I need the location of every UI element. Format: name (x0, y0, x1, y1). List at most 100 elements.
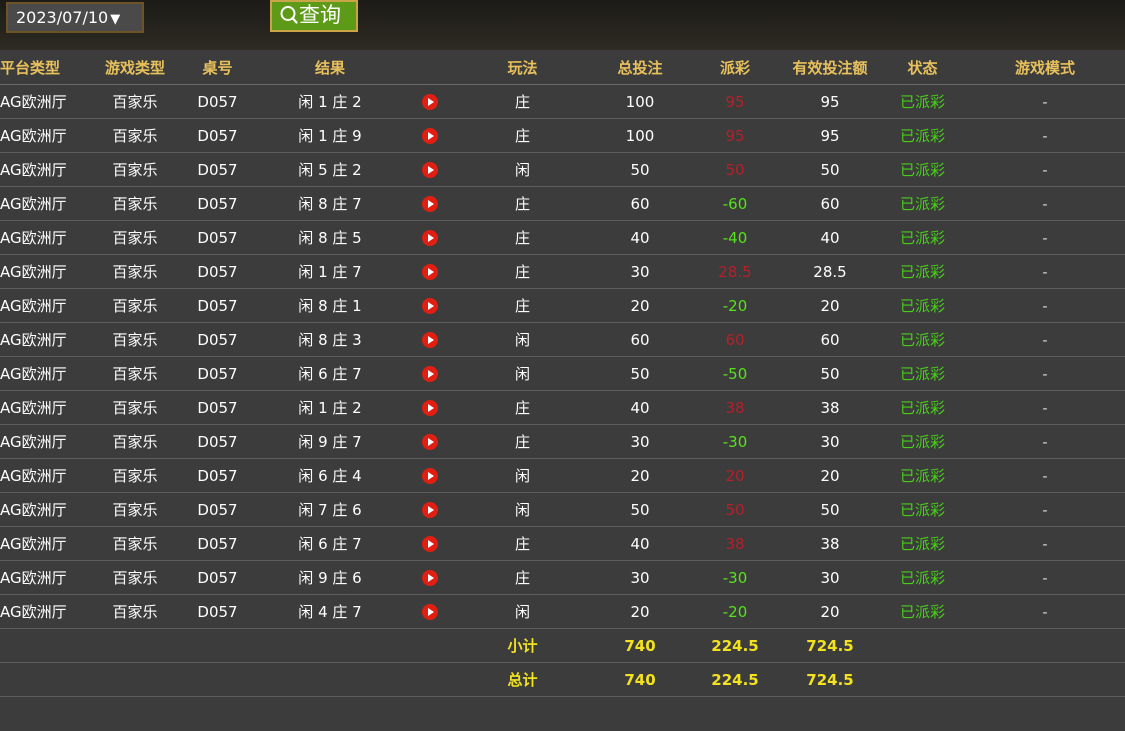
cell-valid-bet: 30 (780, 424, 880, 459)
cell-result: 闲 1 庄 2 (255, 84, 405, 119)
cell-valid-bet: 20 (780, 594, 880, 629)
play-icon[interactable] (422, 604, 438, 620)
play-icon[interactable] (422, 366, 438, 382)
cell-result: 闲 9 庄 7 (255, 424, 405, 459)
cell-game-mode: - (965, 458, 1125, 493)
cell-result: 闲 6 庄 4 (255, 458, 405, 493)
play-icon[interactable] (422, 332, 438, 348)
play-icon[interactable] (422, 94, 438, 110)
cell-total-bet: 20 (590, 288, 690, 323)
cell-replay (405, 356, 455, 391)
cell-total-bet: 40 (590, 526, 690, 561)
cell-total-bet: 30 (590, 560, 690, 595)
cell-payout: 28.5 (690, 254, 780, 289)
cell-table-number: D057 (180, 526, 255, 561)
cell-result: 闲 1 庄 9 (255, 118, 405, 153)
cell-play: 庄 (455, 220, 590, 255)
play-icon[interactable] (422, 298, 438, 314)
cell-payout: -40 (690, 220, 780, 255)
table-row: AG欧洲厅 百家乐 D057 闲 1 庄 9 庄 100 95 95 已派彩 - (0, 118, 1125, 153)
table-row: AG欧洲厅 百家乐 D057 闲 8 庄 7 庄 60 -60 60 已派彩 - (0, 186, 1125, 221)
cell-game-mode: - (965, 594, 1125, 629)
cell-total-bet: 30 (590, 254, 690, 289)
cell-play: 庄 (455, 390, 590, 425)
cell-game-type: 百家乐 (90, 152, 180, 187)
cell-payout: 95 (690, 84, 780, 119)
cell-game-mode: - (965, 560, 1125, 595)
cell-payout: -20 (690, 288, 780, 323)
cell-status: 已派彩 (880, 118, 965, 153)
cell-game-mode: - (965, 186, 1125, 221)
cell-valid-bet: 50 (780, 152, 880, 187)
col-header-replay (405, 51, 455, 85)
cell-game-mode: - (965, 118, 1125, 153)
play-icon[interactable] (422, 468, 438, 484)
cell-replay (405, 424, 455, 459)
cell-table-number: D057 (180, 220, 255, 255)
cell-status: 已派彩 (880, 186, 965, 221)
cell-play: 闲 (455, 492, 590, 527)
cell-game-mode: - (965, 356, 1125, 391)
cell-result: 闲 5 庄 2 (255, 152, 405, 187)
cell-table-number: D057 (180, 322, 255, 357)
cell-play: 庄 (455, 288, 590, 323)
query-button[interactable]: 查询 (270, 0, 358, 32)
play-icon[interactable] (422, 128, 438, 144)
cell-status: 已派彩 (880, 322, 965, 357)
cell-valid-bet: 40 (780, 220, 880, 255)
cell-play: 庄 (455, 424, 590, 459)
cell-platform: AG欧洲厅 (0, 390, 90, 425)
cell-table-number: D057 (180, 560, 255, 595)
play-icon[interactable] (422, 400, 438, 416)
cell-status: 已派彩 (880, 526, 965, 561)
play-icon[interactable] (422, 230, 438, 246)
cell-status: 已派彩 (880, 594, 965, 629)
cell-status: 已派彩 (880, 560, 965, 595)
cell-total-bet: 60 (590, 322, 690, 357)
cell-play: 闲 (455, 594, 590, 629)
cell-valid-bet: 50 (780, 492, 880, 527)
cell-table-number: D057 (180, 84, 255, 119)
cell-valid-bet: 60 (780, 322, 880, 357)
cell-replay (405, 594, 455, 629)
cell-total-bet: 20 (590, 458, 690, 493)
play-icon[interactable] (422, 162, 438, 178)
play-icon[interactable] (422, 264, 438, 280)
table-row: AG欧洲厅 百家乐 D057 闲 6 庄 4 闲 20 20 20 已派彩 - (0, 458, 1125, 493)
subtotal-label: 小计 (455, 628, 590, 663)
cell-platform: AG欧洲厅 (0, 152, 90, 187)
cell-table-number: D057 (180, 288, 255, 323)
play-icon[interactable] (422, 536, 438, 552)
cell-payout: 95 (690, 118, 780, 153)
cell-replay (405, 84, 455, 119)
table-header-row: 平台类型 游戏类型 桌号 结果 玩法 总投注 派彩 有效投注额 状态 游戏模式 (0, 51, 1125, 85)
cell-replay (405, 220, 455, 255)
cell-game-mode: - (965, 390, 1125, 425)
cell-total-bet: 100 (590, 84, 690, 119)
cell-result: 闲 1 庄 2 (255, 390, 405, 425)
total-label: 总计 (455, 662, 590, 697)
cell-replay (405, 458, 455, 493)
cell-platform: AG欧洲厅 (0, 526, 90, 561)
date-select[interactable]: 2023/07/10 ▼ (6, 2, 144, 33)
cell-play: 庄 (455, 84, 590, 119)
cell-game-type: 百家乐 (90, 560, 180, 595)
cell-payout: -60 (690, 186, 780, 221)
col-header-status: 状态 (880, 51, 965, 85)
cell-valid-bet: 20 (780, 458, 880, 493)
col-header-game-type: 游戏类型 (90, 51, 180, 85)
play-icon[interactable] (422, 434, 438, 450)
cell-replay (405, 390, 455, 425)
cell-status: 已派彩 (880, 220, 965, 255)
play-icon[interactable] (422, 502, 438, 518)
cell-replay (405, 254, 455, 289)
cell-game-type: 百家乐 (90, 288, 180, 323)
col-header-game-mode: 游戏模式 (965, 51, 1125, 85)
cell-table-number: D057 (180, 254, 255, 289)
play-icon[interactable] (422, 196, 438, 212)
play-icon[interactable] (422, 570, 438, 586)
cell-game-type: 百家乐 (90, 118, 180, 153)
cell-status: 已派彩 (880, 84, 965, 119)
cell-total-bet: 100 (590, 118, 690, 153)
cell-total-bet: 20 (590, 594, 690, 629)
